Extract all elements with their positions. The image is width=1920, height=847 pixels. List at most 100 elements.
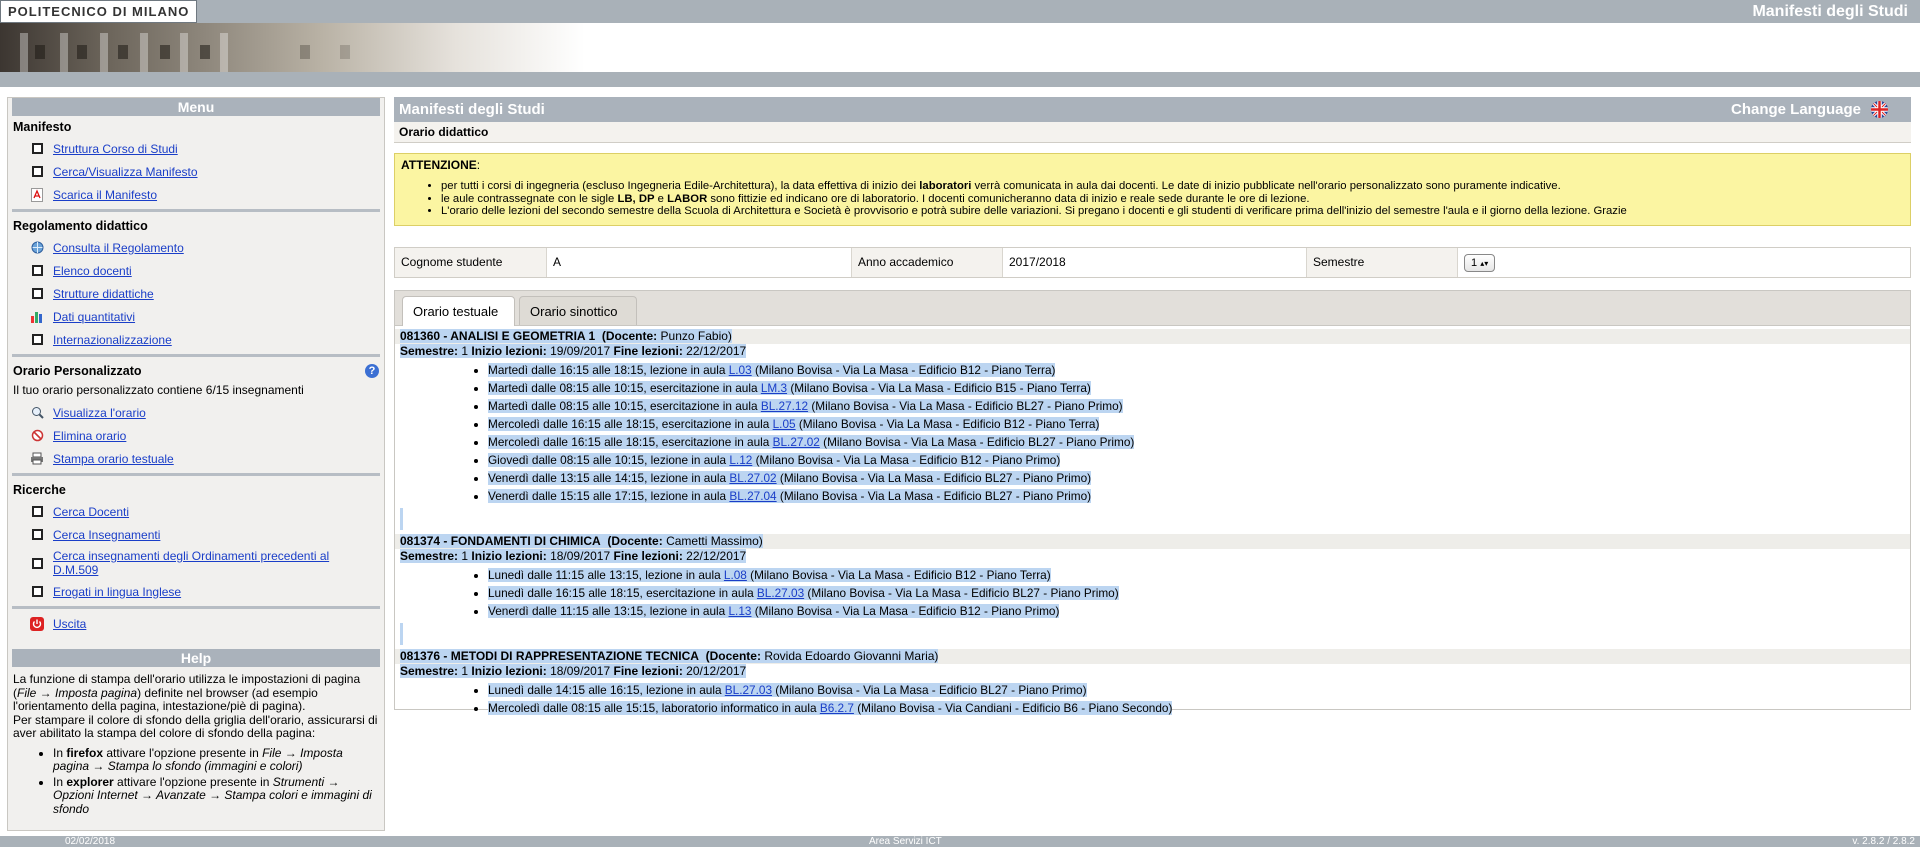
room-link[interactable]: BL.27.02 [729,471,776,485]
sidebar-link-elenco-docenti[interactable]: Elenco docenti [53,264,132,278]
end-label: Fine lezioni: [613,549,683,563]
help-icon[interactable]: ? [365,364,379,378]
sidebar-item-stampa[interactable]: Stampa orario testuale [8,447,384,470]
sidebar-link-inglese[interactable]: Erogati in lingua Inglese [53,585,181,599]
sidebar-item-elimina[interactable]: Elimina orario [8,424,384,447]
sidebar-item-struttura[interactable]: Struttura Corso di Studi [8,137,384,160]
lesson-time: Lunedì dalle 14:15 alle 16:15, lezione i… [488,683,725,697]
sidebar: Menu Manifesto Struttura Corso di Studi … [7,97,385,831]
lesson-list: Lunedì dalle 11:15 alle 13:15, lezione i… [395,566,1910,620]
course-semester-row: Semestre: 1 Inizio lezioni: 19/09/2017 F… [395,344,1910,359]
course-semester-row: Semestre: 1 Inizio lezioni: 18/09/2017 F… [395,549,1910,564]
end-label: Fine lezioni: [613,664,683,678]
sidebar-link-cerca-docenti[interactable]: Cerca Docenti [53,505,129,519]
sidebar-link-cerca-manifesto[interactable]: Cerca/Visualizza Manifesto [53,165,198,179]
room-link[interactable]: L.03 [729,363,752,377]
room-link[interactable]: BL.27.03 [757,586,804,600]
sidebar-item-cerca-docenti[interactable]: Cerca Docenti [8,500,384,523]
course-semester: 1 [461,664,469,678]
room-link[interactable]: L.08 [724,568,747,582]
help-text-bold: explorer [66,774,114,789]
sidebar-link-consulta[interactable]: Consulta il Regolamento [53,241,184,255]
sidebar-item-cerca-manifesto[interactable]: Cerca/Visualizza Manifesto [8,160,384,183]
sidebar-item-inglese[interactable]: Erogati in lingua Inglese [8,580,384,603]
square-bullet-icon [30,142,44,156]
course-title: 081374 - FONDAMENTI DI CHIMICA [400,534,601,548]
lesson-time: Martedì dalle 08:15 alle 10:15, esercita… [488,399,761,413]
sidebar-item-internazionalizzazione[interactable]: Internazionalizzazione [8,328,384,351]
help-text-part: attivare l'opzione presente in [113,774,273,789]
attention-bold: LB, DP [617,192,655,205]
footer-version: v. 2.8.2 / 2.8.2 [1852,836,1915,847]
sidebar-link-scarica[interactable]: Scarica il Manifesto [53,188,157,202]
lesson-location: (Milano Bovisa - Via La Masa - Edificio … [808,399,1123,413]
section-regolamento-title: Regolamento didattico [13,219,148,233]
course-block: 081376 - METODI DI RAPPRESENTAZIONE TECN… [395,649,1910,717]
tab-orario-sinottico[interactable]: Orario sinottico [519,296,637,325]
room-link[interactable]: BL.27.12 [761,399,808,413]
room-link[interactable]: B6.2.7 [820,701,854,715]
sidebar-link-strutture[interactable]: Strutture didattiche [53,287,154,301]
sidebar-item-dati[interactable]: Dati quantitativi [8,305,384,328]
sidebar-link-elimina[interactable]: Elimina orario [53,429,126,443]
attention-bold: LABOR [667,192,708,205]
sidebar-link-visualizza[interactable]: Visualizza l'orario [53,406,146,420]
sidebar-item-cerca-insegnamenti[interactable]: Cerca Insegnamenti [8,523,384,546]
lesson-location: (Milano Bovisa - Via La Masa - Edificio … [752,453,1061,467]
polimi-logo[interactable]: POLITECNICO DI MILANO [0,0,198,23]
lesson-time: Venerdì dalle 15:15 alle 17:15, lezione … [488,489,730,503]
room-link[interactable]: LM.3 [761,381,787,395]
room-link[interactable]: L.13 [729,604,752,618]
lesson-location: (Milano Bovisa - Via La Masa - Edificio … [795,417,1100,431]
section-ricerche-title: Ricerche [13,483,66,497]
site-title: Manifesti degli Studi [1752,3,1908,20]
room-link[interactable]: BL.27.04 [729,489,776,503]
sidebar-link-dati[interactable]: Dati quantitativi [53,310,135,324]
room-link[interactable]: L.05 [773,417,796,431]
help-list: In firefox attivare l'opzione presente i… [13,746,379,817]
help-text-part: Per stampare il colore di sfondo della g… [13,712,378,740]
room-link[interactable]: BL.27.02 [773,435,820,449]
semester-label: Semestre [1307,248,1458,277]
sidebar-item-visualizza[interactable]: Visualizza l'orario [8,401,384,424]
divider [12,354,380,357]
tab-orario-testuale[interactable]: Orario testuale [402,296,515,326]
sidebar-item-consulta[interactable]: Consulta il Regolamento [8,236,384,259]
attention-text: e [654,192,668,205]
lesson-item: Venerdì dalle 15:15 alle 17:15, lezione … [488,487,1910,505]
sidebar-item-scarica[interactable]: Scarica il Manifesto [8,183,384,206]
sidebar-link-cerca-insegnamenti[interactable]: Cerca Insegnamenti [53,528,160,542]
room-link[interactable]: BL.27.03 [725,683,772,697]
lesson-location: (Milano Bovisa - Via La Masa - Edificio … [819,435,1135,449]
sidebar-item-strutture[interactable]: Strutture didattiche [8,282,384,305]
semester-select[interactable]: 1 ▴▾ [1464,254,1496,272]
sidebar-item-uscita[interactable]: Uscita [8,612,384,635]
course-header: 081360 - ANALISI E GEOMETRIA 1 (Docente:… [395,329,1910,344]
header-banner-image [0,23,585,72]
sidebar-link-uscita[interactable]: Uscita [53,617,86,631]
page-subtitle: Orario didattico [394,122,1911,143]
attention-item: le aule contrassegnate con le sigle LB, … [441,193,1904,206]
course-end: 20/12/2017 [686,664,747,678]
delete-icon [30,429,44,443]
attention-text: sono fittizie ed indicano ore di laborat… [707,192,1310,205]
change-language-link[interactable]: Change Language [1731,97,1861,122]
sidebar-link-ordinamenti[interactable]: Cerca insegnamenti degli Ordinamenti pre… [53,549,353,577]
course-teacher: Rovida Edoardo Giovanni Maria [764,649,935,663]
sidebar-item-elenco-docenti[interactable]: Elenco docenti [8,259,384,282]
square-bullet-icon [30,333,44,347]
main-header: Manifesti degli Studi Change Language [394,97,1911,122]
room-link[interactable]: L.12 [729,453,752,467]
course-semester: 1 [461,344,469,358]
course-block: 081360 - ANALISI E GEOMETRIA 1 (Docente:… [395,329,1910,505]
schedule-tabs: Orario testuale Orario sinottico 081360 … [394,290,1911,715]
sidebar-link-stampa[interactable]: Stampa orario testuale [53,452,174,466]
uk-flag-icon[interactable] [1871,101,1888,118]
lesson-item: Mercoledì dalle 16:15 alle 18:15, eserci… [488,415,1910,433]
course-header: 081376 - METODI DI RAPPRESENTAZIONE TECN… [395,649,1910,664]
course-start: 18/09/2017 [550,664,611,678]
sidebar-link-internazionalizzazione[interactable]: Internazionalizzazione [53,333,172,347]
tab-bar: Orario testuale Orario sinottico [395,291,1910,326]
sidebar-link-struttura[interactable]: Struttura Corso di Studi [53,142,178,156]
sidebar-item-ordinamenti[interactable]: Cerca insegnamenti degli Ordinamenti pre… [8,546,384,580]
